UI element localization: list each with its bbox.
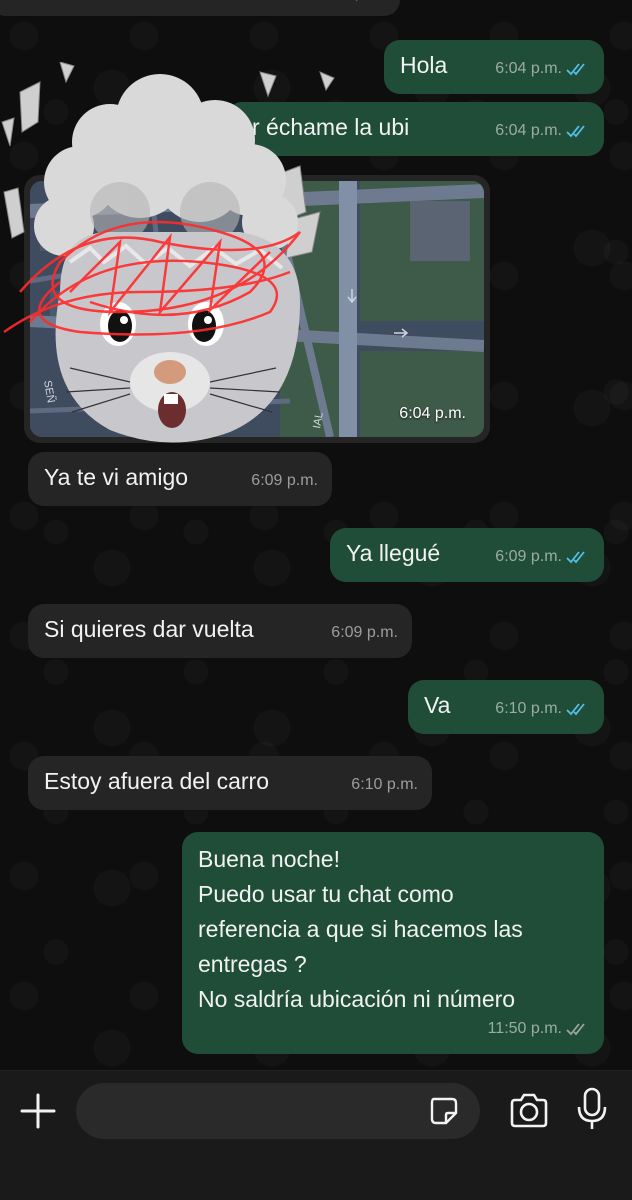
message-bubble-outgoing[interactable]: Hola 6:04 p.m. <box>384 40 604 94</box>
map-street-label: AVENI <box>35 212 71 228</box>
message-bubble-outgoing[interactable]: Va 6:10 p.m. <box>408 680 604 734</box>
message-text: Va <box>424 692 451 718</box>
sticker-icon[interactable] <box>428 1095 460 1127</box>
map-image: AVENI SEÑ IAL <box>30 181 484 437</box>
plus-icon[interactable] <box>18 1091 58 1131</box>
message-time: 6:04 p.m. <box>399 405 466 422</box>
message-bubble-outgoing[interactable]: Ya llegué 6:09 p.m. <box>330 528 604 582</box>
microphone-icon[interactable] <box>576 1087 608 1131</box>
message-time: 6:10 p.m. <box>351 776 418 793</box>
message-meta: 6:10 p.m. <box>495 691 590 726</box>
message-meta: 6:04 p.m. <box>319 0 386 10</box>
message-text: Si quieres dar vuelta <box>44 616 254 642</box>
message-time: 6:04 p.m. <box>495 122 562 139</box>
read-receipt-icon <box>566 702 585 715</box>
message-bubble-outgoing[interactable]: Buena noche! Puedo usar tu chat como ref… <box>182 832 604 1054</box>
message-time: 11:50 p.m. <box>487 1020 562 1037</box>
message-time: 6:09 p.m. <box>251 472 318 489</box>
message-meta: 11:50 p.m. <box>488 1011 590 1046</box>
message-meta: 6:10 p.m. <box>351 767 418 802</box>
message-input-bar <box>0 1070 632 1200</box>
message-bubble-incoming[interactable]: Si quieres dar vuelta 6:09 p.m. <box>28 604 412 658</box>
message-text: Buena noche! Puedo usar tu chat como ref… <box>198 846 523 1012</box>
message-meta: 6:09 p.m. <box>331 615 398 650</box>
message-bubble-outgoing[interactable]: r échame la ubi 6:04 p.m. <box>226 102 604 156</box>
read-receipt-icon <box>566 62 585 75</box>
message-text: Ya llegué <box>346 540 441 566</box>
message-time: 6:04 p.m. <box>495 60 562 77</box>
message-meta: 6:09 p.m. <box>251 463 318 498</box>
location-message[interactable]: AVENI SEÑ IAL 6:04 p.m. <box>24 175 490 443</box>
message-text: Estoy afuera del carro <box>44 768 270 794</box>
read-receipt-icon <box>566 124 585 137</box>
message-bubble-incoming[interactable]: 6:04 p.m. <box>0 0 400 16</box>
message-bubble-incoming[interactable]: Estoy afuera del carro 6:10 p.m. <box>28 756 432 810</box>
message-bubble-incoming[interactable]: Ya te vi amigo 6:09 p.m. <box>28 452 332 506</box>
message-time: 6:10 p.m. <box>495 700 562 717</box>
read-receipt-icon <box>566 550 585 563</box>
delivered-receipt-icon <box>566 1022 585 1035</box>
message-meta: 6:04 p.m. <box>495 113 590 148</box>
message-time: 6:09 p.m. <box>495 548 562 565</box>
message-meta: 6:04 p.m. <box>495 51 590 86</box>
message-time: 6:09 p.m. <box>331 624 398 641</box>
message-text: Ya te vi amigo <box>44 464 189 490</box>
chat-area[interactable]: 6:04 p.m. Hola 6:04 p.m. r échame la ubi… <box>0 0 632 1070</box>
message-text: Hola <box>400 52 448 78</box>
message-meta: 6:09 p.m. <box>495 539 590 574</box>
message-input[interactable] <box>76 1083 480 1139</box>
message-time: 6:04 p.m. <box>319 0 386 10</box>
camera-icon[interactable] <box>508 1091 550 1131</box>
message-text: r échame la ubi <box>252 114 410 140</box>
map-preview[interactable]: AVENI SEÑ IAL 6:04 p.m. <box>30 181 484 437</box>
